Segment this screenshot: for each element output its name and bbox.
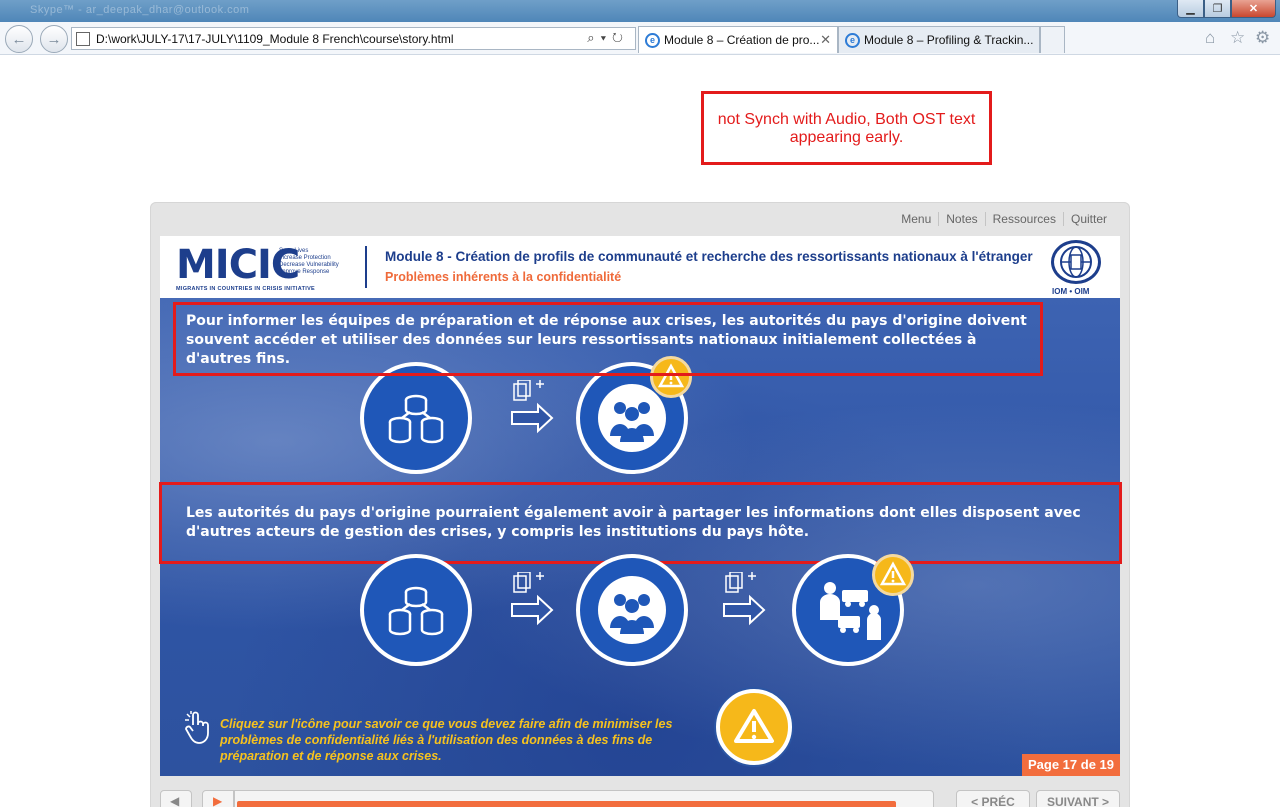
close-window-button[interactable]: ✕ [1231, 0, 1276, 18]
header-divider [365, 246, 367, 288]
new-tab-button[interactable] [1040, 26, 1065, 53]
community-circle [576, 554, 688, 666]
module-subtitle: Problèmes inhérents à la confidentialité [385, 270, 622, 284]
playback-controls: ◀ ▶ < PRÉC SUIVANT > [160, 788, 1120, 807]
ie-icon: e [845, 32, 860, 48]
volume-button[interactable]: ◀ [160, 790, 192, 807]
database-icon [388, 586, 444, 636]
database-icon [388, 394, 444, 444]
gear-icon[interactable]: ⚙ [1255, 28, 1270, 48]
page-indicator: Page 17 de 19 [1022, 754, 1120, 776]
database-circle [360, 554, 472, 666]
forward-button[interactable]: → [40, 25, 68, 53]
iom-globe-icon [1051, 240, 1101, 284]
player-top-menu: Menu Notes Ressources Quitter [894, 212, 1114, 226]
people-group-icon [598, 576, 666, 644]
seek-progress [237, 801, 896, 807]
ie-icon: e [645, 32, 660, 48]
tab-label: Module 8 – Création de pro... [664, 33, 820, 47]
warning-button[interactable] [716, 689, 792, 765]
address-bar[interactable]: D:\work\JULY-17\17-JULY\1109_Module 8 Fr… [71, 27, 636, 50]
ost2-highlight-box [159, 482, 1122, 564]
instruction-text: Cliquez sur l'icône pour savoir ce que v… [220, 717, 673, 763]
window-title-text: Skype™ - ar_deepak_dhar@outlook.com [30, 4, 250, 16]
tagline: Increase Protection [279, 255, 331, 261]
screen: Skype™ - ar_deepak_dhar@outlook.com ▁ ❐ … [0, 0, 1280, 807]
database-circle [360, 362, 472, 474]
address-url: D:\work\JULY-17\17-JULY\1109_Module 8 Fr… [96, 32, 454, 46]
prev-button[interactable]: < PRÉC [956, 790, 1030, 807]
micic-subtitle: MIGRANTS IN COUNTRIES IN CRISIS INITIATI… [176, 286, 316, 292]
ost1-highlight-box [173, 302, 1043, 376]
play-button[interactable]: ▶ [202, 790, 234, 807]
micic-logo: MICIC Save Lives Increase Protection Dec… [176, 244, 346, 292]
review-annotation: not Synch with Audio, Both OST text appe… [701, 91, 992, 165]
seek-bar[interactable] [234, 790, 934, 807]
maximize-button[interactable]: ❐ [1204, 0, 1231, 18]
minimize-button[interactable]: ▁ [1177, 0, 1204, 18]
favorites-star-icon[interactable]: ☆ [1230, 28, 1245, 48]
tab-label: Module 8 – Profiling & Trackin... [864, 33, 1034, 47]
search-icon[interactable]: ⌕ [587, 30, 600, 45]
module-title: Module 8 - Création de profils de commun… [385, 249, 1033, 264]
menu-link-quit[interactable]: Quitter [1062, 212, 1114, 226]
window-titlebar: Skype™ - ar_deepak_dhar@outlook.com ▁ ❐ … [0, 0, 1280, 22]
tab-close-icon[interactable]: ✕ [820, 32, 831, 48]
tab-module8-fr[interactable]: e Module 8 – Création de pro... ✕ [638, 26, 838, 53]
tagline: Save Lives [279, 248, 309, 254]
menu-link-notes[interactable]: Notes [938, 212, 984, 226]
iom-label: IOM • OIM [1052, 287, 1090, 296]
home-icon[interactable]: ⌂ [1205, 28, 1215, 48]
transfer-arrow-icon [722, 571, 768, 630]
slide-header: MICIC Save Lives Increase Protection Dec… [160, 236, 1120, 298]
menu-link-resources[interactable]: Ressources [984, 212, 1063, 226]
menu-link-menu[interactable]: Menu [894, 212, 938, 226]
refresh-icon[interactable]: ↻ [612, 30, 629, 45]
transfer-arrow-icon [510, 571, 556, 630]
back-button[interactable]: ← [5, 25, 33, 53]
address-controls: ⌕▾↻ [587, 30, 629, 46]
tagline: Decrease Vulnerability [279, 262, 339, 268]
back-arrow-icon: ← [11, 30, 27, 48]
play-icon: ▶ [213, 794, 223, 807]
tagline: Improve Response [279, 269, 330, 275]
window-controls: ▁ ❐ ✕ [1177, 0, 1276, 18]
browser-navbar: ← → D:\work\JULY-17\17-JULY\1109_Module … [0, 22, 1280, 55]
next-button[interactable]: SUIVANT > [1036, 790, 1120, 807]
iom-logo: IOM • OIM [1048, 240, 1106, 296]
micic-taglines: Save Lives Increase Protection Decrease … [279, 248, 339, 276]
hand-pointer-icon [184, 711, 212, 750]
dropdown-icon[interactable]: ▾ [601, 30, 612, 45]
warning-triangle-icon [734, 709, 774, 743]
speaker-icon: ◀ [170, 794, 180, 807]
forward-arrow-icon: → [46, 30, 62, 48]
warning-icon[interactable] [872, 554, 914, 596]
transfer-arrow-icon [510, 379, 556, 438]
page-icon [76, 32, 90, 46]
tab-module8-en[interactable]: e Module 8 – Profiling & Trackin... [838, 26, 1040, 53]
